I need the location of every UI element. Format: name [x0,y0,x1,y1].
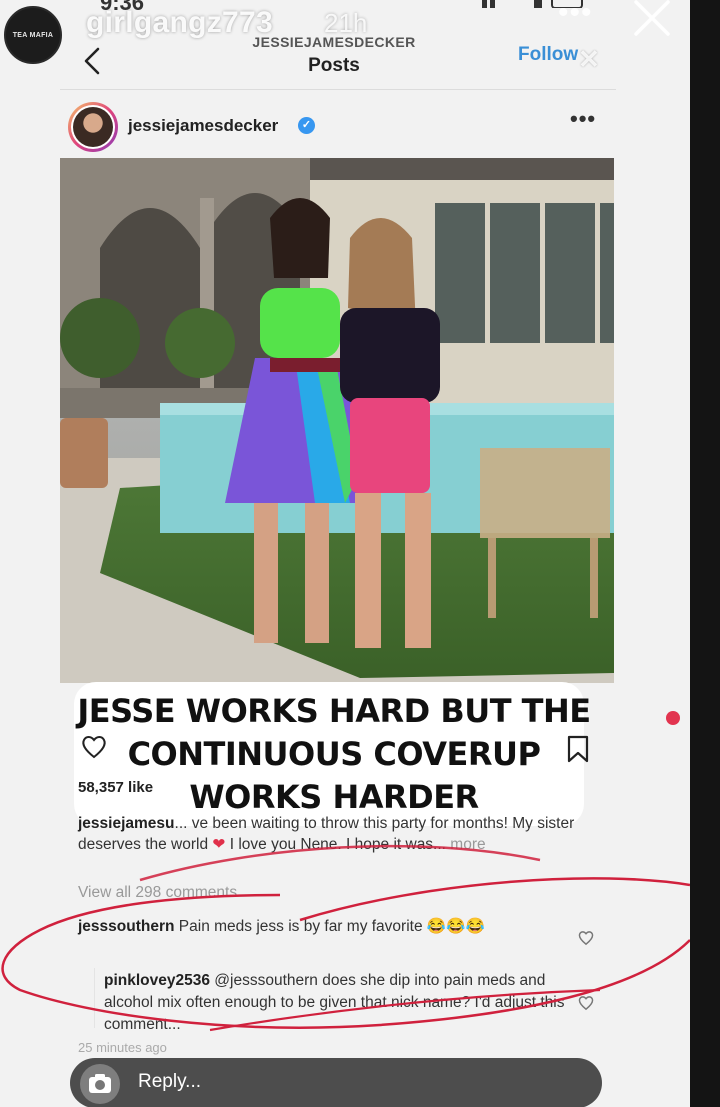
story-username[interactable]: girlgangz773 [86,6,273,40]
comment-heart-icon[interactable] [577,995,595,1016]
avatar[interactable]: TEA MAFIA [4,6,62,64]
red-dot-indicator [666,711,680,725]
heart-emoji-icon: ❤ [212,836,226,853]
story-edge [690,0,720,1107]
caption-username[interactable]: jessiejamesu [78,815,175,832]
avatar-label: TEA MAFIA [12,31,54,39]
camera-icon[interactable] [80,1064,120,1104]
comment-username[interactable]: pinklovey2536 [104,972,210,989]
chevron-left-icon[interactable] [80,46,106,76]
follow-button[interactable]: Follow [518,44,578,66]
overlay-caption-line-1: JESSE WORKS HARD BUT THE [77,692,591,730]
post-author[interactable]: jessiejamesdecker [128,116,278,136]
comment-reply: pinklovey2536 @jesssouthern does she dip… [104,970,574,1036]
like-count[interactable]: 58,357 like [78,779,153,796]
comment-text: Pain meds jess is by far my favorite 😂😂😂 [178,918,485,935]
post-caption: jessiejamesu... ve been waiting to throw… [78,813,588,855]
verified-badge-icon: ✓ [298,117,315,134]
comment-heart-icon[interactable] [577,930,595,951]
view-all-comments-link[interactable]: View all 298 comments [78,884,237,902]
reply-thread-line [94,968,95,1028]
more-link[interactable]: more [450,836,485,853]
screenshot-panel: JESSIEJAMESDECKER Posts Follow jessiejam… [0,0,690,1107]
post-photo[interactable] [60,158,614,683]
bookmark-icon[interactable] [566,735,590,768]
header-divider [60,89,616,90]
comment-username[interactable]: jesssouthern [78,918,174,935]
comment: jesssouthern Pain meds jess is by far my… [78,916,558,938]
ellipsis-icon[interactable]: ••• [570,106,596,132]
heart-icon[interactable] [80,734,108,765]
close-icon[interactable] [630,0,674,45]
reply-placeholder[interactable]: Reply... [138,1071,201,1093]
follow-dismiss-icon: ✕ [578,44,600,74]
avatar[interactable] [68,102,118,152]
post-timestamp: 25 minutes ago [78,1040,167,1055]
ellipsis-icon[interactable]: ••• [558,0,593,30]
story-age: 21h [324,8,368,38]
caption-body-cont: I love you Nene. I hope it was... [229,836,446,853]
